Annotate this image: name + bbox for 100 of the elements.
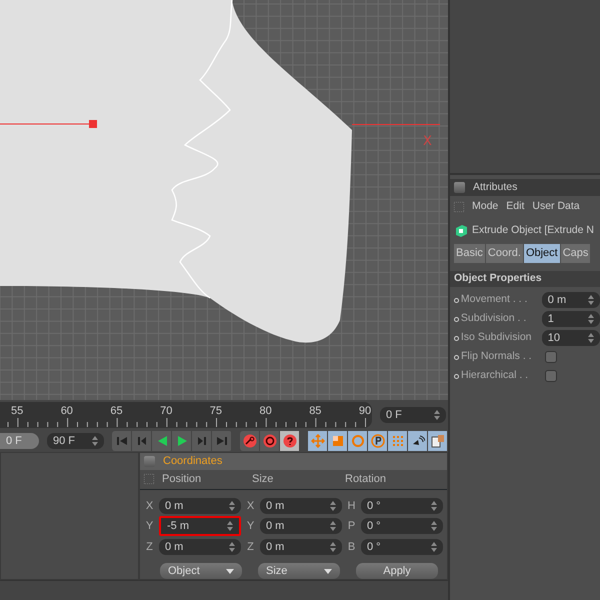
record-icon <box>262 434 276 448</box>
question-icon <box>282 434 296 448</box>
axis-label: X <box>246 498 256 514</box>
current-frame-field[interactable]: 0 F <box>380 407 446 423</box>
property-label: Hierarchical . . <box>461 368 530 384</box>
tick-label: 90 <box>358 404 372 419</box>
property-label: Iso Subdivision <box>460 330 533 346</box>
panel-toggle-icon[interactable] <box>144 456 155 467</box>
coordinate-field[interactable]: 0 m <box>159 538 241 555</box>
spinner-arrows-icon[interactable] <box>330 500 336 511</box>
key-icon <box>242 434 256 448</box>
end-frame-field[interactable]: 90 F <box>47 433 104 449</box>
p-circle-icon <box>370 434 384 448</box>
coordinate-field[interactable]: 0 m <box>260 538 342 555</box>
axis-label: H <box>346 498 356 514</box>
axis-label: Z <box>145 540 154 554</box>
spinner-arrows-icon[interactable] <box>92 436 98 446</box>
mode-dropdown[interactable]: Size <box>258 563 340 579</box>
axis-label: Z <box>246 540 255 554</box>
menu-item[interactable]: User Data <box>532 199 580 215</box>
axis-label: X <box>144 498 154 514</box>
property-field[interactable]: 1 <box>542 311 600 327</box>
spinner-arrows-icon[interactable] <box>229 542 235 552</box>
tick-label: 85 <box>309 404 322 419</box>
caret-icon <box>324 568 332 574</box>
spinner-arrows-icon[interactable] <box>431 542 437 552</box>
scale-button[interactable] <box>328 431 348 451</box>
caret-icon <box>226 568 234 574</box>
coordinate-field[interactable]: 0 m <box>260 518 342 534</box>
rotate-circle-icon <box>350 434 364 448</box>
spinner-arrows-icon[interactable] <box>588 314 594 324</box>
coordinate-field[interactable]: 0 ° <box>361 518 443 534</box>
panel-toggle-icon[interactable] <box>454 182 465 193</box>
axis-handle[interactable] <box>0 120 97 128</box>
panel-title: Attributes <box>473 180 518 195</box>
sound-button[interactable] <box>408 431 428 451</box>
coordinate-field[interactable]: 0 m <box>159 498 241 514</box>
tick-label: 65 <box>110 404 123 419</box>
bullet-icon <box>454 374 459 378</box>
property-field[interactable]: 10 <box>542 330 600 346</box>
skip-back-icon <box>114 434 128 448</box>
spinner-arrows-icon[interactable] <box>588 295 594 305</box>
bullet-icon <box>454 354 459 360</box>
column-heading: Size <box>252 472 274 487</box>
panel-title: Coordinates <box>163 454 222 469</box>
coordinate-field[interactable]: 0 m <box>260 498 342 514</box>
keyframe-selection-button[interactable] <box>280 431 300 451</box>
dotted-grid-icon[interactable] <box>144 474 154 484</box>
spinner-arrows-icon[interactable] <box>434 410 440 420</box>
tick-label: 75 <box>210 404 222 419</box>
point-level-button[interactable] <box>388 431 408 451</box>
column-heading: Rotation <box>345 472 387 487</box>
object-title: Extrude Object [Extrude N <box>472 223 594 238</box>
axis-label: Y <box>246 519 256 534</box>
column-heading: Position <box>161 472 202 487</box>
apply-button[interactable]: Apply <box>356 563 438 579</box>
axis-label: B <box>346 540 356 554</box>
section-header: Object Properties <box>450 270 600 286</box>
dotted-grid-icon[interactable] <box>454 202 464 212</box>
menu-item[interactable]: Edit <box>506 199 524 215</box>
coordinate-field[interactable]: -5 m <box>159 516 241 536</box>
spinner-arrows-icon[interactable] <box>229 500 235 511</box>
spinner-arrows-icon[interactable] <box>431 500 437 511</box>
bullet-icon <box>454 336 459 340</box>
bullet-icon <box>454 316 459 322</box>
spinner-arrows-icon[interactable] <box>330 521 336 532</box>
scale-square-icon <box>330 434 344 448</box>
tick-label: 55 <box>11 404 24 419</box>
property-field[interactable]: 0 m <box>542 292 600 308</box>
move-arrows-icon <box>310 434 324 448</box>
dots-grid-icon <box>390 434 404 448</box>
parameter-button[interactable] <box>368 431 388 451</box>
layout-button[interactable] <box>428 431 448 451</box>
axis-label: X <box>423 134 432 149</box>
documents-icon <box>430 434 444 448</box>
menu-item[interactable]: Mode <box>472 199 498 215</box>
tick-label: 70 <box>160 404 172 419</box>
spinner-arrows-icon[interactable] <box>431 521 437 532</box>
coordinate-field[interactable]: 0 ° <box>361 538 443 555</box>
move-button[interactable] <box>308 431 328 451</box>
spinner-arrows-icon[interactable] <box>588 333 594 343</box>
tick-label: 60 <box>60 404 73 419</box>
mode-dropdown[interactable]: Object <box>160 563 242 579</box>
spinner-arrows-icon[interactable] <box>330 542 336 552</box>
tab[interactable]: Object <box>524 244 560 262</box>
spinner-arrows-icon[interactable] <box>227 521 233 532</box>
checkbox[interactable] <box>545 370 557 382</box>
tick-label: 80 <box>260 404 272 419</box>
axis-label: P <box>346 519 356 534</box>
bullet-icon <box>454 298 459 302</box>
property-label: Flip Normals . . <box>461 349 533 364</box>
speaker-icon <box>410 434 424 448</box>
checkbox[interactable] <box>545 351 557 363</box>
coordinate-field[interactable]: 0 ° <box>361 498 443 514</box>
skip-forward-icon <box>214 434 228 448</box>
rotate-button[interactable] <box>348 431 368 451</box>
timeline-ruler[interactable]: 55 60 65 70 75 80 85 90 <box>0 402 372 428</box>
cube-icon <box>454 224 468 238</box>
property-label: Movement . . . <box>460 292 528 308</box>
property-label: Subdivision . . <box>460 311 528 326</box>
